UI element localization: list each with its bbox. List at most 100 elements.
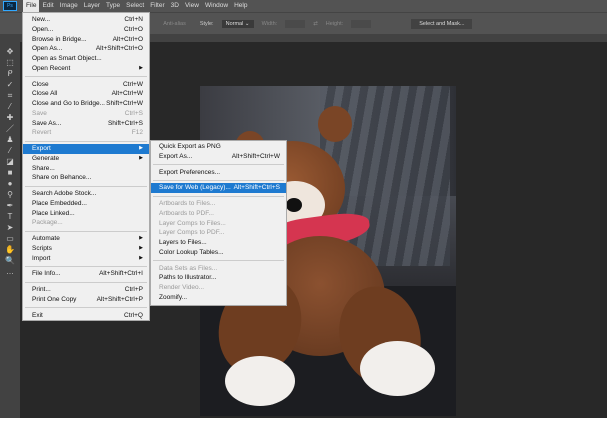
menu-item-share-on-behance[interactable]: Share on Behance...	[23, 173, 149, 183]
menu-item-quick-export-as-png[interactable]: Quick Export as PNG	[151, 142, 286, 152]
crop-icon[interactable]: ⌗	[8, 90, 13, 101]
menu-item-label: Zoomify...	[159, 293, 188, 301]
menu-item-new[interactable]: New... Ctrl+N	[23, 15, 149, 25]
anti-alias-checkbox[interactable]: Anti-alias	[163, 21, 186, 27]
menu-separator	[25, 185, 147, 187]
menu-item-scripts[interactable]: Scripts ▶	[23, 244, 149, 254]
menu-3d[interactable]: 3D	[168, 0, 182, 12]
menu-item-paths-to-illustrator[interactable]: Paths to Illustrator...	[151, 273, 286, 283]
submenu-arrow-icon: ▶	[139, 154, 143, 161]
menu-item-save[interactable]: Save Ctrl+S	[23, 109, 149, 119]
menu-item-save-for-web-legacy[interactable]: Save for Web (Legacy)... Alt+Shift+Ctrl+S	[151, 183, 286, 193]
menu-item-close-all[interactable]: Close All Alt+Ctrl+W	[23, 89, 149, 99]
path-select-icon[interactable]: ➤	[7, 222, 14, 233]
menu-item-layer-comps-to-files[interactable]: Layer Comps to Files...	[151, 219, 286, 229]
menu-item-export[interactable]: Export ▶	[23, 144, 149, 154]
menu-item-search-adobe-stock[interactable]: Search Adobe Stock...	[23, 189, 149, 199]
rectangle-icon[interactable]: ▭	[6, 233, 14, 244]
menu-item-label: Export	[32, 145, 51, 152]
menu-item-layers-to-files[interactable]: Layers to Files...	[151, 238, 286, 248]
menu-item-export-preferences[interactable]: Export Preferences...	[151, 168, 286, 178]
menu-item-open-recent[interactable]: Open Recent ▶	[23, 64, 149, 74]
menu-item-place-linked[interactable]: Place Linked...	[23, 209, 149, 219]
hand-icon[interactable]: ✋	[5, 244, 15, 255]
width-input[interactable]	[285, 19, 306, 28]
menu-item-label: Open Recent	[32, 64, 71, 72]
menu-filter[interactable]: Filter	[147, 0, 167, 12]
menu-item-open-as[interactable]: Open As... Alt+Shift+Ctrl+O	[23, 44, 149, 54]
menu-item-label: Color Lookup Tables...	[159, 248, 224, 256]
menu-separator	[25, 76, 147, 77]
style-select[interactable]: Normal ⌄	[221, 19, 254, 28]
menu-item-artboards-to-pdf[interactable]: Artboards to PDF...	[151, 209, 286, 219]
blur-icon[interactable]: ●	[8, 178, 13, 189]
menu-separator	[25, 265, 147, 267]
menu-item-open-as-smart-object[interactable]: Open as Smart Object...	[23, 54, 149, 64]
menu-item-label: Revert	[32, 129, 52, 137]
submenu-arrow-icon: ▶	[139, 145, 143, 151]
stamp-icon[interactable]: ♟	[6, 134, 13, 145]
menu-item-print[interactable]: Print... Ctrl+P	[23, 285, 149, 295]
type-icon[interactable]: T	[8, 211, 13, 222]
menu-item-close[interactable]: Close Ctrl+W	[23, 80, 149, 90]
gradient-icon[interactable]: ■	[8, 167, 13, 178]
eyedropper-icon[interactable]: ⁄	[9, 101, 10, 112]
menu-item-revert[interactable]: Revert F12	[23, 128, 149, 138]
menu-edit[interactable]: Edit	[39, 0, 56, 12]
menu-item-label: Render Video...	[159, 284, 205, 291]
eraser-icon[interactable]: ◪	[6, 156, 14, 167]
menu-file[interactable]: File	[23, 0, 40, 12]
menu-item-label: Paths to Illustrator...	[159, 274, 217, 282]
photoshop-window: Ps File Edit Image Layer Type Select Filter 3D V…	[0, 0, 607, 418]
menu-item-generate[interactable]: Generate ▶	[23, 154, 149, 164]
menu-item-exit[interactable]: Exit Ctrl+Q	[23, 311, 149, 321]
healing-icon[interactable]: ✚	[7, 112, 14, 123]
zoom-icon[interactable]: 🔍	[5, 255, 15, 266]
menu-item-share[interactable]: Share...	[23, 164, 149, 174]
menu-item-artboards-to-files[interactable]: Artboards to Files...	[151, 199, 286, 209]
select-and-mask-button[interactable]: Select and Mask...	[411, 18, 473, 29]
submenu-arrow-icon: ▶	[139, 235, 143, 241]
menu-item-label: Save As...	[32, 119, 62, 127]
menu-item-label: Open...	[32, 25, 54, 33]
menu-image[interactable]: Image	[57, 0, 81, 12]
pen-icon[interactable]: ✒	[7, 200, 14, 211]
menu-item-browse-in-bridge[interactable]: Browse in Bridge... Alt+Ctrl+O	[23, 35, 149, 45]
brush-icon[interactable]: ／	[6, 123, 14, 134]
menu-layer[interactable]: Layer	[81, 0, 103, 12]
menu-item-package[interactable]: Package...	[23, 218, 149, 228]
height-input[interactable]	[351, 19, 372, 28]
menu-item-render-video[interactable]: Render Video...	[151, 283, 286, 293]
history-brush-icon[interactable]: ⁄	[9, 145, 10, 156]
menu-item-layer-comps-to-pdf[interactable]: Layer Comps to PDF...	[151, 228, 286, 238]
menu-item-file-info[interactable]: File Info... Alt+Shift+Ctrl+I	[23, 269, 149, 279]
menu-item-data-sets-as-files[interactable]: Data Sets as Files...	[151, 264, 286, 274]
menu-item-shortcut: Alt+Shift+Ctrl+P	[96, 295, 143, 303]
move-icon[interactable]: ✥	[7, 46, 14, 57]
menu-item-print-one-copy[interactable]: Print One Copy Alt+Shift+Ctrl+P	[23, 295, 149, 305]
menu-item-label: Import	[32, 254, 51, 262]
menu-item-shortcut: Alt+Ctrl+W	[111, 90, 143, 98]
menu-item-open[interactable]: Open... Ctrl+O	[23, 25, 149, 35]
menu-type[interactable]: Type	[103, 0, 123, 12]
menu-item-close-and-go-to-bridge[interactable]: Close and Go to Bridge... Shift+Ctrl+W	[23, 99, 149, 109]
quick-select-icon[interactable]: ✓	[7, 79, 14, 90]
swap-icon[interactable]: ⇄	[313, 21, 318, 27]
menu-item-save-as[interactable]: Save As... Shift+Ctrl+S	[23, 119, 149, 129]
menu-item-color-lookup-tables[interactable]: Color Lookup Tables...	[151, 248, 286, 258]
menu-view[interactable]: View	[182, 0, 202, 12]
dodge-icon[interactable]: ⚲	[7, 189, 13, 200]
menu-separator	[25, 281, 147, 283]
menu-item-place-embedded[interactable]: Place Embedded...	[23, 199, 149, 209]
menu-item-export-as[interactable]: Export As... Alt+Shift+Ctrl+W	[151, 152, 286, 162]
menu-item-zoomify[interactable]: Zoomify...	[151, 293, 286, 303]
marquee-icon[interactable]: ⬚	[6, 57, 14, 68]
submenu-arrow-icon: ▶	[139, 254, 143, 261]
lasso-icon[interactable]: ᑭ	[7, 68, 12, 79]
more-icon[interactable]: …	[6, 266, 14, 277]
menu-item-automate[interactable]: Automate ▶	[23, 234, 149, 244]
menu-help[interactable]: Help	[231, 0, 250, 12]
menu-select[interactable]: Select	[123, 0, 147, 12]
menu-item-import[interactable]: Import ▶	[23, 254, 149, 264]
menu-window[interactable]: Window	[202, 0, 231, 12]
